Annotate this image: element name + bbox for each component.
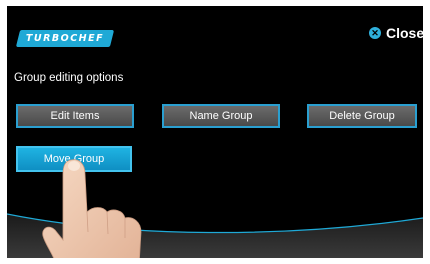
close-button[interactable]: ✕ Close <box>369 25 423 41</box>
logo-text: TURBOCHEF <box>25 33 105 44</box>
pointing-hand-icon <box>42 159 142 258</box>
delete-group-button[interactable]: Delete Group <box>307 104 417 128</box>
touch-screen: TURBOCHEF ✕ Close Group editing options … <box>7 6 423 258</box>
section-title: Group editing options <box>14 72 124 84</box>
close-circle-icon: ✕ <box>369 27 381 39</box>
edit-items-button[interactable]: Edit Items <box>16 104 134 128</box>
name-group-button[interactable]: Name Group <box>162 104 280 128</box>
turbochef-logo: TURBOCHEF <box>15 30 115 47</box>
close-label: Close <box>386 25 423 41</box>
